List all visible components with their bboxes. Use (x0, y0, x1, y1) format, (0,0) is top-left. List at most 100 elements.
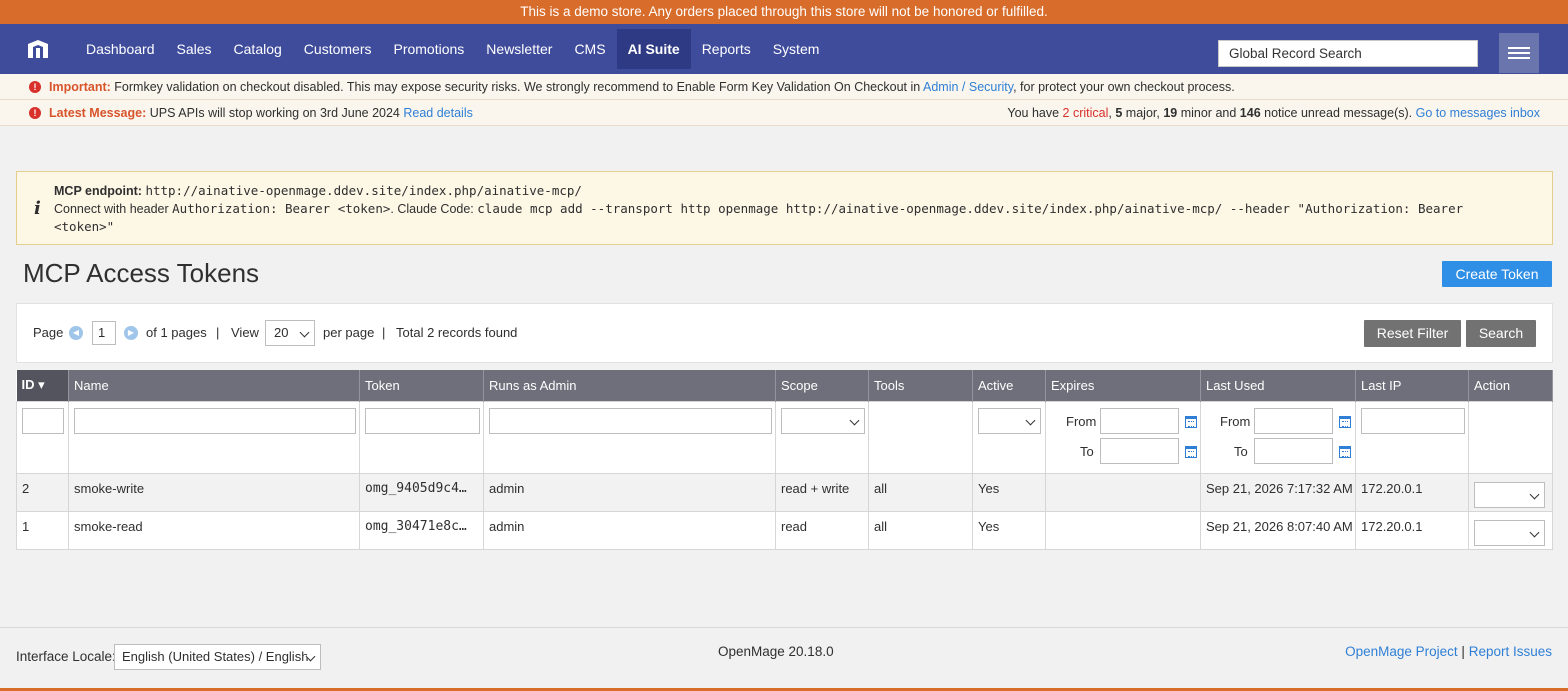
table-row[interactable]: 1 smoke-read omg_30471e8c… admin read al… (16, 510, 1553, 550)
filter-active-select[interactable] (978, 407, 1041, 434)
nav-item-dashboard[interactable]: Dashboard (75, 29, 166, 69)
mcp-connect-line: Connect with header Authorization: Beare… (54, 200, 1552, 218)
filter-id-input[interactable] (22, 407, 64, 434)
next-page-icon[interactable]: ▶ (124, 326, 138, 340)
page-label: Page (33, 325, 64, 340)
last-used-to-input[interactable] (1254, 437, 1333, 464)
openmage-project-link[interactable]: OpenMage Project (1345, 644, 1458, 659)
column-scope[interactable]: Scope (775, 370, 869, 401)
column-last-ip[interactable]: Last IP (1355, 370, 1469, 401)
important-tail: , for protect your own checkout process. (1013, 80, 1235, 94)
chevron-down-icon (1529, 527, 1540, 537)
per-page-value: 20 (274, 325, 289, 340)
minor-count: 19 (1163, 106, 1178, 120)
latest-message: ! Latest Message: UPS APIs will stop wor… (0, 100, 1568, 126)
calendar-icon[interactable] (1185, 415, 1197, 428)
nav-item-reports[interactable]: Reports (691, 29, 762, 69)
filter-last-ip-input[interactable] (1361, 407, 1465, 434)
nav-item-catalog[interactable]: Catalog (223, 29, 293, 69)
header-value: Authorization: Bearer <token> (172, 201, 391, 216)
endpoint-url: http://ainative-openmage.ddev.site/index… (145, 183, 582, 198)
chevron-down-icon (1025, 415, 1036, 425)
reset-filter-button[interactable]: Reset Filter (1364, 320, 1461, 347)
cell-action (1468, 510, 1553, 550)
total-records: Total 2 records found (396, 325, 518, 340)
nav-item-customers[interactable]: Customers (293, 29, 383, 69)
nav-item-ai-suite[interactable]: AI Suite (616, 29, 691, 69)
version-label: OpenMage 20.18.0 (718, 644, 834, 659)
major-count: 5 (1115, 106, 1123, 120)
last-used-from-input[interactable] (1254, 407, 1333, 434)
column-id-label: ID (21, 377, 35, 393)
column-tools[interactable]: Tools (868, 370, 973, 401)
tokens-grid: ID ▾ Name Token Runs as Admin Scope Tool… (16, 370, 1553, 550)
messages-inbox-link[interactable]: Go to messages inbox (1416, 106, 1540, 120)
locale-label: Interface Locale: (16, 649, 116, 664)
cell-scope: read (775, 510, 869, 550)
column-token[interactable]: Token (359, 370, 484, 401)
important-label: Important: (49, 80, 111, 94)
claude-command-tail: <token>" (54, 219, 115, 234)
prev-page-icon[interactable]: ◀ (69, 326, 83, 340)
create-token-button[interactable]: Create Token (1442, 261, 1552, 287)
nav-item-promotions[interactable]: Promotions (382, 29, 475, 69)
expires-from-label: From (1066, 413, 1097, 429)
nav-item-newsletter[interactable]: Newsletter (475, 29, 563, 69)
cell-expires (1045, 472, 1201, 512)
locale-value: English (United States) / English (122, 649, 309, 664)
connect-text: Connect with header (54, 202, 169, 216)
minor-label: minor and (1180, 106, 1237, 120)
column-name[interactable]: Name (68, 370, 360, 401)
column-action: Action (1468, 370, 1553, 401)
mcp-endpoint-line: MCP endpoint: http://ainative-openmage.d… (54, 182, 1552, 200)
column-last-used[interactable]: Last Used (1200, 370, 1356, 401)
nav-item-cms[interactable]: CMS (563, 29, 616, 69)
filter-token-input[interactable] (365, 407, 480, 434)
cell-last-ip: 172.20.0.1 (1355, 472, 1469, 512)
search-button[interactable]: Search (1466, 320, 1536, 347)
calendar-icon[interactable] (1185, 445, 1197, 458)
cell-action (1468, 472, 1553, 512)
footer-links: OpenMage Project | Report Issues (1345, 644, 1552, 659)
calendar-icon[interactable] (1339, 445, 1351, 458)
global-search-input[interactable]: Global Record Search (1218, 40, 1478, 67)
nav-item-sales[interactable]: Sales (166, 29, 223, 69)
read-details-link[interactable]: Read details (403, 106, 473, 120)
row-action-select[interactable] (1474, 519, 1545, 546)
cell-expires (1045, 510, 1201, 550)
column-id[interactable]: ID ▾ (16, 370, 69, 401)
summary-prefix: You have (1007, 106, 1060, 120)
report-issues-link[interactable]: Report Issues (1469, 644, 1552, 659)
expires-from-input[interactable] (1100, 407, 1179, 434)
expires-range: From (1051, 407, 1200, 438)
locale-select[interactable]: English (United States) / English (114, 644, 321, 670)
error-icon: ! (29, 107, 41, 119)
filter-name-input[interactable] (74, 407, 356, 434)
per-page-label: per page (323, 325, 375, 340)
expires-to-input[interactable] (1100, 437, 1179, 464)
hamburger-icon (1508, 52, 1530, 54)
cell-active: Yes (972, 472, 1046, 512)
nav-item-system[interactable]: System (762, 29, 831, 69)
menu-toggle-button[interactable] (1499, 33, 1539, 73)
cell-active: Yes (972, 510, 1046, 550)
column-runs-as-admin[interactable]: Runs as Admin (483, 370, 776, 401)
filter-scope-select[interactable] (781, 407, 865, 434)
row-action-select[interactable] (1474, 481, 1545, 508)
openmage-logo-icon[interactable] (27, 39, 49, 59)
latest-text: UPS APIs will stop working on 3rd June 2… (149, 106, 400, 120)
column-active[interactable]: Active (972, 370, 1046, 401)
page-number-input[interactable]: 1 (92, 321, 116, 345)
admin-security-link[interactable]: Admin / Security (923, 80, 1013, 94)
expires-to-label: To (1080, 443, 1094, 459)
error-icon: ! (29, 81, 41, 93)
calendar-icon[interactable] (1339, 415, 1351, 428)
cell-admin: admin (483, 472, 776, 512)
cell-scope: read + write (775, 472, 869, 512)
table-row[interactable]: 2 smoke-write omg_9405d9c4… admin read +… (16, 472, 1553, 512)
per-page-select[interactable]: 20 (265, 320, 315, 346)
filter-admin-input[interactable] (489, 407, 772, 434)
latest-label: Latest Message: (49, 106, 147, 120)
column-expires[interactable]: Expires (1045, 370, 1201, 401)
chevron-down-icon (1529, 489, 1540, 499)
